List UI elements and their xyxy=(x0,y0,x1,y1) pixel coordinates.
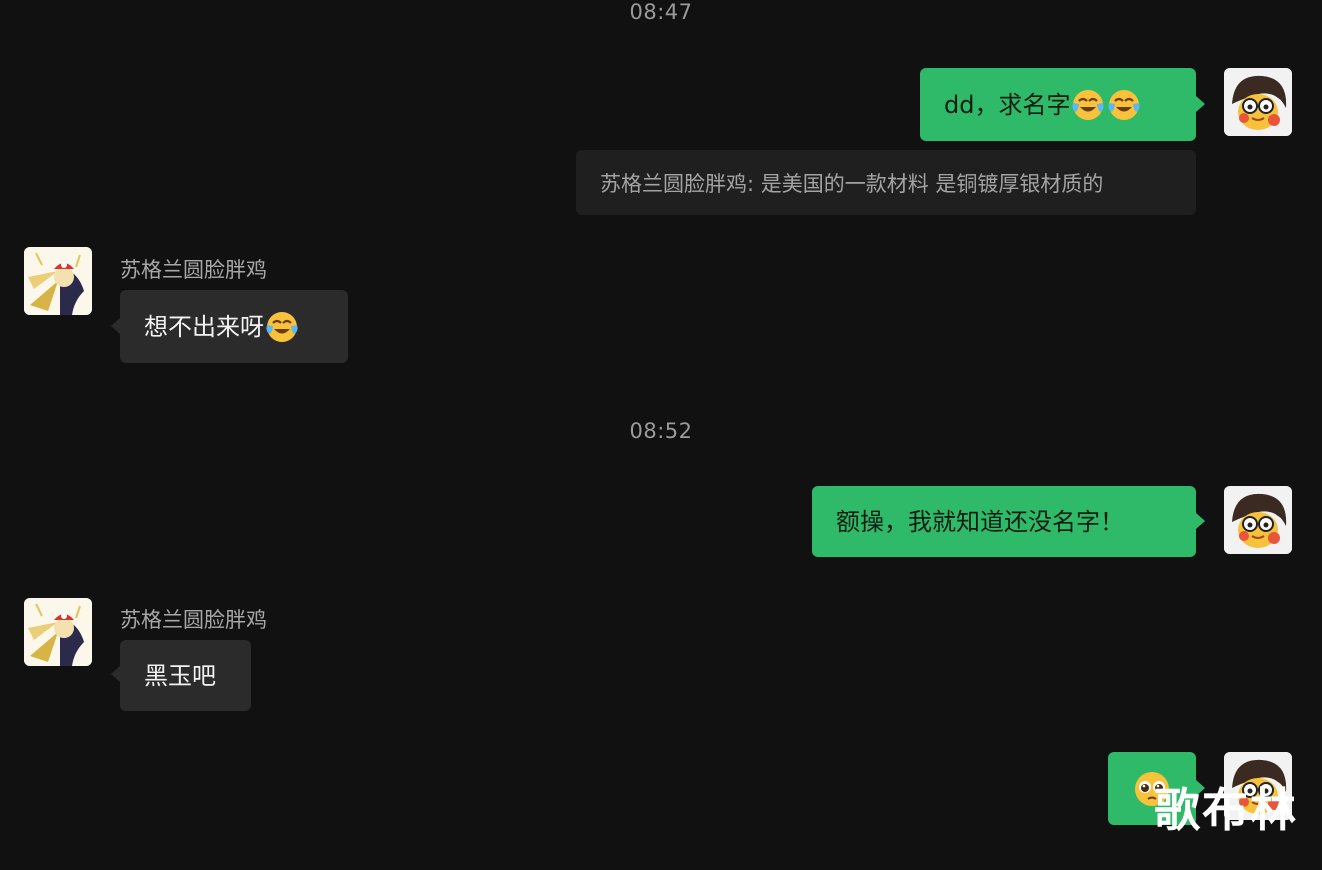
incoming-message-bubble[interactable]: 想不出来呀 xyxy=(120,290,348,363)
sender-name: 苏格兰圆脸胖鸡 xyxy=(120,258,267,282)
contact-avatar[interactable] xyxy=(24,598,92,666)
contact-avatar-icon xyxy=(24,598,92,666)
bubble-tail xyxy=(1196,96,1205,112)
message-text: 额操，我就知道还没名字！ xyxy=(836,507,1124,536)
timestamp: 08:52 xyxy=(629,419,693,443)
watermark: 歌布林 xyxy=(1154,783,1298,837)
outgoing-message-bubble[interactable]: 额操，我就知道还没名字！ xyxy=(812,486,1196,557)
outgoing-message-bubble[interactable]: dd，求名字 xyxy=(920,68,1196,141)
my-avatar[interactable] xyxy=(1224,486,1292,554)
bubble-tail xyxy=(111,666,120,682)
crying-laughing-icon xyxy=(1072,89,1105,120)
bubble-tail xyxy=(1196,513,1205,529)
sender-name: 苏格兰圆脸胖鸡 xyxy=(120,608,267,632)
crying-laughing-icon xyxy=(266,311,298,342)
incoming-message-bubble[interactable]: 黑玉吧 xyxy=(120,640,251,711)
message-text: 黑玉吧 xyxy=(144,661,216,690)
message-text: dd，求名字 xyxy=(944,90,1071,119)
my-avatar[interactable] xyxy=(1224,68,1292,136)
contact-avatar-icon xyxy=(24,247,92,315)
bubble-tail xyxy=(111,318,120,334)
contact-avatar[interactable] xyxy=(24,247,92,315)
quoted-text: 苏格兰圆脸胖鸡: 是美国的一款材料 是铜镀厚银材质的 xyxy=(600,171,1104,196)
timestamp: 08:47 xyxy=(629,0,693,24)
user-avatar-icon xyxy=(1224,68,1292,136)
crying-laughing-icon xyxy=(1108,89,1141,120)
user-avatar-icon xyxy=(1224,486,1292,554)
message-text: 想不出来呀 xyxy=(144,312,264,341)
quoted-message[interactable]: 苏格兰圆脸胖鸡: 是美国的一款材料 是铜镀厚银材质的 xyxy=(576,150,1196,215)
